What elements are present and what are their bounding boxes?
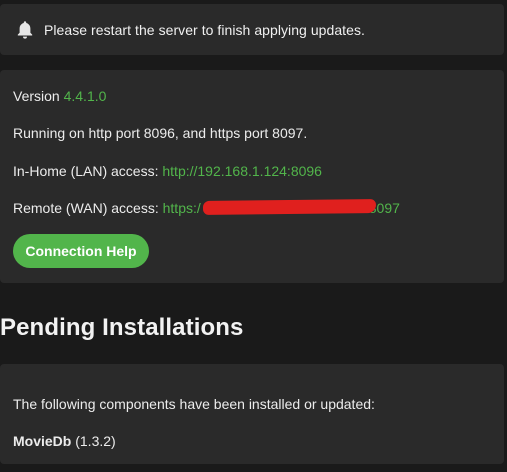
restart-message: Please restart the server to finish appl… (44, 21, 365, 38)
bell-icon (15, 19, 35, 41)
component-item: MovieDb (1.3.2) (13, 433, 116, 449)
component-name: MovieDb (13, 433, 72, 449)
pending-installations-title: Pending Installations (0, 314, 244, 341)
redaction-mark (202, 199, 377, 215)
wan-access-label: Remote (WAN) access: (13, 200, 163, 216)
lan-access-label: In-Home (LAN) access: (13, 163, 163, 179)
restart-notification: Please restart the server to finish appl… (0, 4, 504, 55)
running-ports-text: Running on http port 8096, and https por… (13, 125, 308, 141)
connection-help-button[interactable]: Connection Help (13, 234, 149, 268)
wan-access-url-prefix[interactable]: https:/ (163, 200, 201, 216)
version-label: Version (13, 88, 64, 104)
pending-description: The following components have been insta… (13, 396, 375, 412)
version-line: Version 4.4.1.0 (13, 88, 106, 104)
dashboard-page: Please restart the server to finish appl… (0, 0, 507, 472)
lan-access-url[interactable]: http://192.168.1.124:8096 (162, 163, 322, 179)
server-info-card: Version 4.4.1.0 Running on http port 809… (0, 70, 504, 283)
version-value: 4.4.1.0 (63, 88, 107, 104)
pending-installations-card: The following components have been insta… (0, 364, 504, 464)
lan-access-line: In-Home (LAN) access: http://192.168.1.1… (13, 163, 322, 179)
component-version: (1.3.2) (71, 433, 116, 449)
